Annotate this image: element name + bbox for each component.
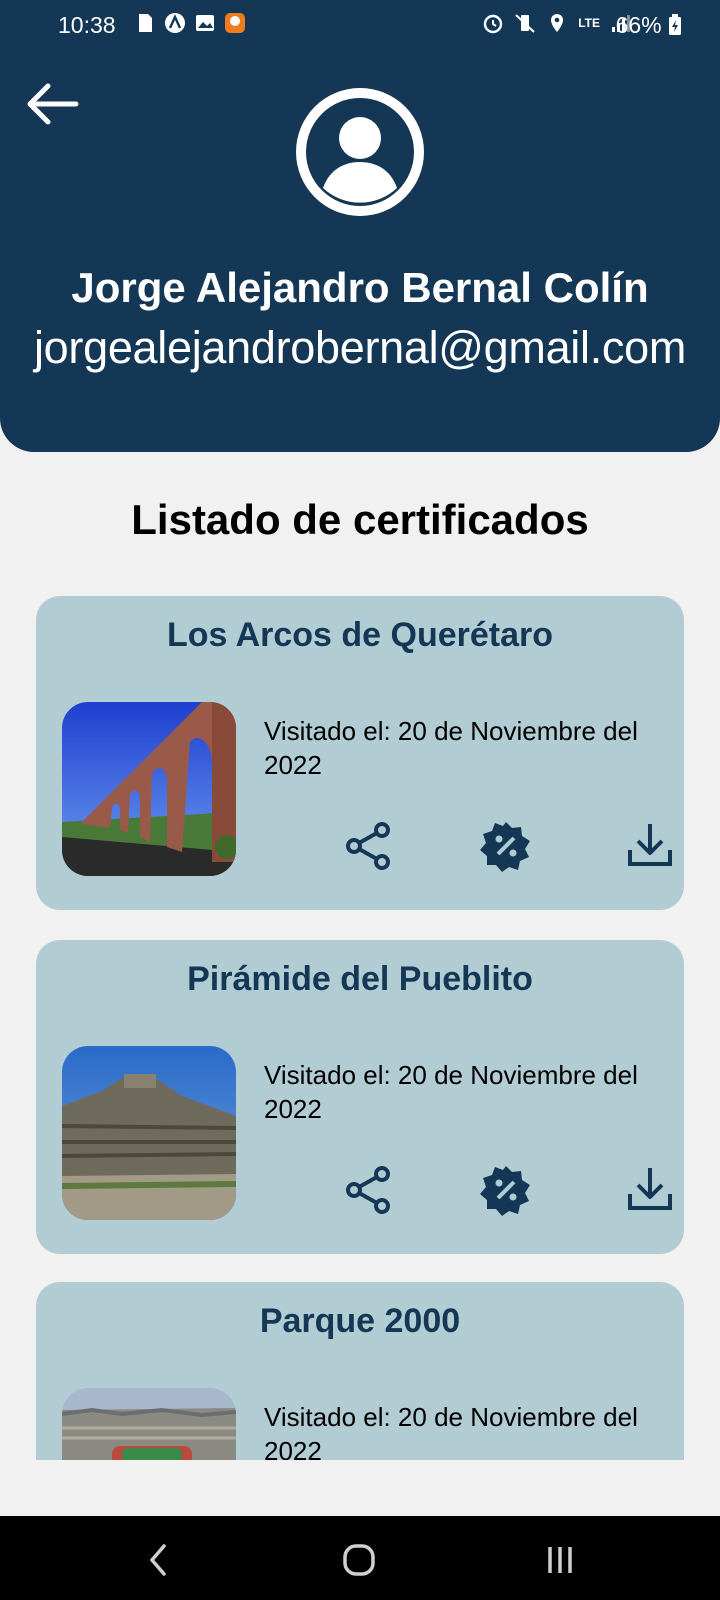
discount-badge-icon <box>480 822 530 872</box>
certificate-card[interactable]: Parque 2000 Visitado el: 20 de Noviembre… <box>36 1282 684 1460</box>
status-time: 10:38 <box>58 12 116 38</box>
share-icon <box>346 822 390 870</box>
visit-date: Visitado el: 20 de Noviembre del 2022 <box>264 716 638 780</box>
card-title: Parque 2000 <box>259 1302 461 1340</box>
back-button[interactable] <box>22 78 82 130</box>
status-right-icons: LTE <box>482 12 632 34</box>
battery-level: 66% <box>616 12 682 39</box>
certificate-card[interactable]: Los Arcos de Querétaro Visitado el: 20 d… <box>36 596 684 910</box>
status-left-icons <box>134 12 246 34</box>
download-button[interactable] <box>624 820 676 872</box>
battery-percent: 66% <box>615 12 662 38</box>
download-icon <box>628 1168 672 1210</box>
nav-home-icon <box>343 1544 375 1576</box>
notification-app-icon <box>225 13 245 33</box>
system-navigation-bar <box>0 1516 720 1600</box>
certificate-badge-button[interactable] <box>480 1164 532 1216</box>
discount-badge-icon <box>480 1166 530 1216</box>
lte-icon: LTE <box>578 16 600 30</box>
download-button[interactable] <box>624 1164 676 1216</box>
sd-card-icon <box>139 14 152 32</box>
arrow-left-icon <box>27 83 79 125</box>
nav-home-button[interactable] <box>334 1538 384 1582</box>
certificates-list-title: Listado de certificados <box>131 496 589 543</box>
piramide-photo <box>62 1046 236 1220</box>
place-image-piramide <box>62 1046 236 1220</box>
account-circle-icon <box>296 88 424 216</box>
download-icon <box>628 824 672 866</box>
visit-date: Visitado el: 20 de Noviembre del 2022 <box>264 1402 638 1460</box>
card-actions <box>304 820 684 872</box>
card-actions <box>304 1164 684 1216</box>
app-icon <box>165 13 185 33</box>
nav-recents-button[interactable] <box>536 1538 586 1582</box>
place-image-arcos <box>62 702 236 876</box>
alarm-icon <box>484 14 503 34</box>
location-icon <box>551 14 564 32</box>
nav-recents-icon <box>548 1547 572 1573</box>
gallery-icon <box>196 15 214 31</box>
status-bar: 10:38 LTE 66% <box>0 0 720 52</box>
card-title: Los Arcos de Querétaro <box>166 616 554 654</box>
certificates-list[interactable]: Los Arcos de Querétaro Visitado el: 20 d… <box>0 596 720 1460</box>
share-button[interactable] <box>344 1164 396 1216</box>
visit-date: Visitado el: 20 de Noviembre del 2022 <box>264 1060 638 1124</box>
certificate-badge-button[interactable] <box>480 820 532 872</box>
arcos-photo <box>62 702 236 876</box>
nav-back-icon <box>149 1544 166 1576</box>
user-email: jorgealejandrobernal@gmail.com <box>33 322 687 373</box>
avatar <box>296 88 424 216</box>
vibrate-off-icon <box>515 14 535 33</box>
parque-photo <box>62 1388 236 1460</box>
card-title: Pirámide del Pueblito <box>187 960 533 998</box>
user-name: Jorge Alejandro Bernal Colín <box>71 264 649 311</box>
place-image-parque <box>62 1388 236 1460</box>
share-icon <box>346 1166 390 1214</box>
nav-back-button[interactable] <box>134 1538 184 1582</box>
battery-icon <box>669 14 681 35</box>
profile-header: 10:38 LTE 66% Jorge Alejandro Bernal Col… <box>0 0 720 452</box>
certificate-card[interactable]: Pirámide del Pueblito Visitado el: 20 de… <box>36 940 684 1254</box>
share-button[interactable] <box>344 820 396 872</box>
